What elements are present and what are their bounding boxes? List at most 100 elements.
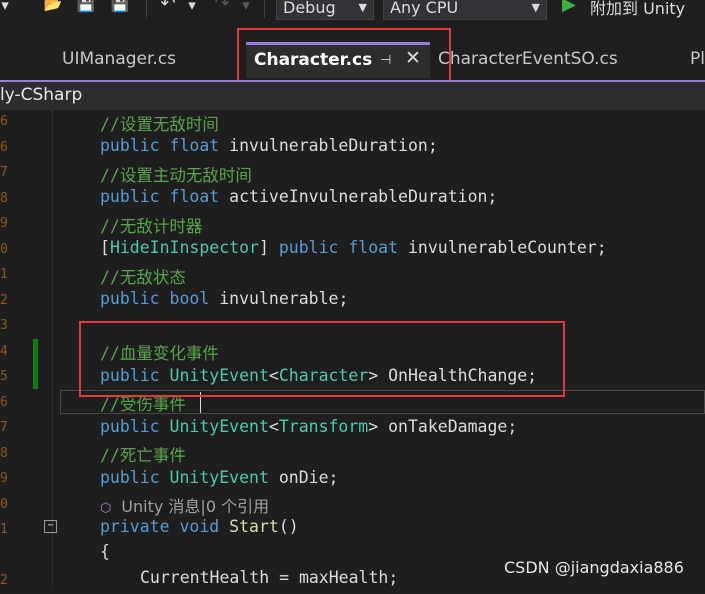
attach-to-unity-button[interactable]: 附加到 Unity: [590, 0, 685, 19]
code-line[interactable]: public float invulnerableDuration;: [100, 136, 438, 162]
identifier: onDie;: [278, 468, 339, 487]
tab-label: Pl: [690, 49, 705, 69]
identifier: onTakeDamage;: [388, 417, 518, 436]
line-number: 7: [0, 420, 8, 435]
watermark: CSDN @jiangdaxia886: [504, 558, 684, 577]
toolbar: ▾ 📂 💾 💾 ↶ ▾ ↷ ▾ Debug ▼ Any CPU ▼ ▶ 附加到 …: [0, 0, 705, 22]
line-number: 5: [0, 369, 8, 384]
chevron-down-icon[interactable]: ▾: [0, 0, 10, 14]
keyword: public: [100, 289, 160, 308]
type-argument: Transform: [278, 417, 369, 436]
project-name: ly-CSharp: [0, 85, 83, 105]
reference-hint: Unity 消息|0 个引用: [121, 497, 270, 516]
undo-dropdown-icon[interactable]: ▾: [186, 0, 198, 14]
code-line[interactable]: //设置无敌时间: [100, 111, 219, 137]
undo-icon[interactable]: ↶: [156, 0, 180, 14]
line-number: 0: [0, 242, 8, 257]
codelens-hint[interactable]: ⬡ Unity 消息|0 个引用: [100, 493, 269, 519]
line-number: 2: [0, 573, 8, 588]
comment: //死亡事件: [100, 446, 186, 465]
code-line[interactable]: //死亡事件: [100, 442, 186, 468]
comment: //设置无敌时间: [100, 115, 219, 134]
platform-combo[interactable]: Any CPU ▼: [383, 0, 547, 20]
keyword: float: [348, 238, 399, 257]
change-indicator: [33, 339, 38, 389]
keyword: float: [169, 187, 220, 206]
angle-bracket: >: [368, 417, 379, 436]
line-number: 6: [0, 114, 8, 129]
line-number: 6: [0, 395, 8, 410]
line-number: 4: [0, 344, 8, 359]
code-line[interactable]: //无敌状态: [100, 264, 186, 290]
configuration-combo[interactable]: Debug ▼: [276, 0, 374, 20]
unity-cube-icon: ⬡: [100, 501, 112, 516]
tab-pl[interactable]: Pl: [690, 42, 705, 78]
keyword: public: [100, 187, 160, 206]
code-line[interactable]: //无敌计时器: [100, 213, 202, 239]
line-number: 6: [0, 140, 8, 155]
keyword: public: [278, 238, 339, 257]
collapse-toggle-icon[interactable]: −: [44, 520, 57, 533]
save-icon[interactable]: 💾: [74, 0, 98, 13]
open-folder-icon[interactable]: 📂: [40, 0, 66, 13]
identifier: invulnerable;: [219, 289, 349, 308]
keyword: public: [100, 417, 160, 436]
line-number: 8: [0, 446, 8, 461]
platform-value: Any CPU: [390, 0, 459, 17]
comment: //设置主动无敌时间: [100, 166, 252, 185]
line-number: 0: [0, 497, 8, 512]
tab-label: UIManager.cs: [62, 49, 177, 69]
keyword: float: [169, 136, 220, 155]
comment: //无敌计时器: [100, 217, 203, 236]
toolbar-separator: [146, 0, 147, 18]
keyword: void: [179, 517, 220, 536]
line-number: 1: [0, 267, 8, 282]
code-line[interactable]: CurrentHealth = maxHealth;: [140, 568, 398, 594]
line-number: 3: [0, 318, 8, 333]
comment: //无敌状态: [100, 268, 186, 287]
project-navigation-bar[interactable]: ly-CSharp: [0, 80, 705, 110]
save-all-icon[interactable]: 💾: [108, 0, 132, 13]
redo-dropdown-icon[interactable]: ▾: [240, 0, 252, 14]
highlight-box-code: [79, 321, 565, 397]
code-line[interactable]: {: [100, 542, 110, 568]
code-line[interactable]: private void Start(): [100, 517, 299, 543]
angle-bracket: <: [268, 417, 279, 436]
line-number: 2: [0, 293, 8, 308]
keyword: public: [100, 468, 160, 487]
tab-uimanager[interactable]: UIManager.cs: [62, 42, 240, 78]
tab-charactereventso[interactable]: CharacterEventSO.cs: [438, 42, 678, 78]
line-number: 8: [0, 191, 8, 206]
code-line[interactable]: [HideInInspector] public float invulnera…: [100, 238, 607, 264]
indent-guide: [52, 110, 54, 590]
identifier: activeInvulnerableDuration;: [229, 187, 498, 206]
redo-icon[interactable]: ↷: [210, 0, 234, 14]
code-line[interactable]: //设置主动无敌时间: [100, 162, 252, 188]
bracket: [: [100, 238, 110, 257]
play-icon[interactable]: ▶: [562, 0, 576, 15]
code-line[interactable]: public UnityEvent onDie;: [100, 468, 338, 494]
bracket: ]: [258, 238, 269, 257]
code-line[interactable]: public float activeInvulnerableDuration;: [100, 187, 497, 213]
keyword: private: [100, 517, 170, 536]
keyword: public: [100, 136, 160, 155]
toolbar-separator: [264, 0, 265, 18]
line-number: 1: [0, 522, 8, 537]
keyword: bool: [169, 289, 210, 308]
code-line[interactable]: public bool invulnerable;: [100, 289, 348, 315]
identifier: CurrentHealth = maxHealth;: [140, 568, 399, 587]
type: UnityEvent: [169, 417, 269, 436]
line-number: 9: [0, 471, 8, 486]
comment: //受伤事件: [100, 395, 186, 414]
parentheses: (): [278, 517, 299, 536]
line-number: 9: [0, 216, 8, 231]
attribute: HideInInspector: [109, 238, 259, 257]
chevron-down-icon: ▼: [531, 1, 540, 14]
line-number: 7: [0, 165, 8, 180]
tab-label: CharacterEventSO.cs: [438, 49, 618, 69]
code-line[interactable]: public UnityEvent<Transform> onTakeDamag…: [100, 417, 517, 443]
identifier: invulnerableDuration;: [229, 136, 438, 155]
type: UnityEvent: [169, 468, 269, 487]
configuration-value: Debug: [283, 0, 336, 17]
brace: {: [100, 542, 110, 561]
